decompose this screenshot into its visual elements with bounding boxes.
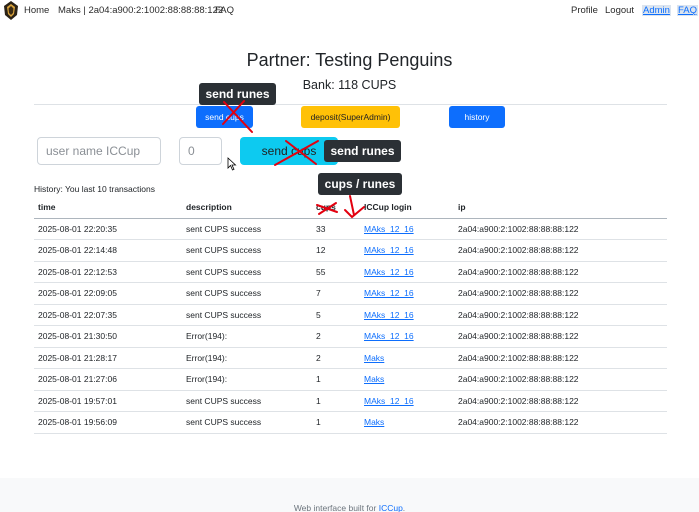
cell-cups: 7 [312, 282, 360, 305]
cell-time: 2025-08-01 21:27:06 [34, 368, 182, 391]
table-row: 2025-08-01 22:14:48 sent CUPS success 12… [34, 239, 667, 262]
cell-login-link[interactable]: MAks_12_16 [364, 396, 414, 406]
cell-login-link[interactable]: MAks_12_16 [364, 267, 414, 277]
page-footer: Web interface built for ICCup. [0, 478, 699, 512]
table-row: 2025-08-01 22:12:53 sent CUPS success 55… [34, 261, 667, 283]
footer-text: Web interface built for [293, 503, 379, 512]
cell-description: sent CUPS success [182, 239, 312, 262]
cell-description: sent CUPS success [182, 282, 312, 305]
cell-description: sent CUPS success [182, 218, 312, 240]
cell-time: 2025-08-01 19:56:09 [34, 411, 182, 434]
table-row: 2025-08-01 21:28:17 Error(194): 2 Maks 2… [34, 347, 667, 369]
column-header-description[interactable]: description [182, 197, 312, 219]
footer-suffix: . [402, 503, 406, 512]
footer-iccup-link[interactable]: ICCup [379, 503, 403, 512]
cell-ip: 2a04:a900:2:1002:88:88:88:122 [454, 390, 667, 412]
cell-ip: 2a04:a900:2:1002:88:88:88:122 [454, 368, 667, 391]
cell-cups: 55 [312, 261, 360, 283]
table-row: 2025-08-01 22:20:35 sent CUPS success 33… [34, 218, 667, 240]
column-header-time[interactable]: time [34, 197, 182, 219]
send-cups-tab-button[interactable]: send cups [196, 106, 253, 128]
cell-ip: 2a04:a900:2:1002:88:88:88:122 [454, 325, 667, 348]
cell-ip: 2a04:a900:2:1002:88:88:88:122 [454, 304, 667, 326]
cell-description: Error(194): [182, 325, 312, 348]
cell-ip: 2a04:a900:2:1002:88:88:88:122 [454, 282, 667, 305]
tooltip-send-runes-top: send runes [199, 83, 276, 105]
cell-cups: 12 [312, 239, 360, 262]
cell-login-link[interactable]: MAks_12_16 [364, 310, 414, 320]
history-caption: History: You last 10 transactions [34, 184, 155, 194]
cell-time: 2025-08-01 22:20:35 [34, 218, 182, 240]
nav-faq-right-link[interactable]: FAQ [677, 5, 699, 16]
cell-ip: 2a04:a900:2:1002:88:88:88:122 [454, 411, 667, 434]
history-button[interactable]: history [449, 106, 505, 128]
mouse-cursor-icon [227, 157, 237, 171]
nav-faq-link[interactable]: FAQ [215, 5, 234, 16]
cell-ip: 2a04:a900:2:1002:88:88:88:122 [454, 218, 667, 240]
amount-input[interactable] [179, 137, 222, 165]
nav-admin-link[interactable]: Admin [642, 5, 671, 16]
cell-description: sent CUPS success [182, 261, 312, 283]
column-header-login[interactable]: ICCup login [360, 197, 454, 219]
deposit-button[interactable]: deposit(SuperAdmin) [301, 106, 400, 128]
cell-time: 2025-08-01 22:09:05 [34, 282, 182, 305]
cell-description: Error(194): [182, 347, 312, 369]
history-table: time description cups ICCup login ip 202… [34, 197, 667, 434]
cell-description: sent CUPS success [182, 411, 312, 434]
cell-time: 2025-08-01 22:12:53 [34, 261, 182, 283]
table-row: 2025-08-01 22:07:35 sent CUPS success 5 … [34, 304, 667, 326]
nav-home-link[interactable]: Home [24, 5, 49, 16]
column-header-cups[interactable]: cups [312, 197, 360, 219]
table-row: 2025-08-01 22:09:05 sent CUPS success 7 … [34, 282, 667, 305]
tooltip-cups-runes: cups / runes [318, 173, 402, 195]
cell-ip: 2a04:a900:2:1002:88:88:88:122 [454, 261, 667, 283]
column-header-ip[interactable]: ip [454, 197, 667, 219]
penguin-logo-icon[interactable] [3, 1, 19, 20]
top-navbar: Home Maks | 2a04:a900:2:1002:88:88:88:12… [0, 0, 699, 22]
cell-cups: 5 [312, 304, 360, 326]
cell-login-link[interactable]: MAks_12_16 [364, 224, 414, 234]
cell-login-link[interactable]: Maks [364, 417, 384, 427]
table-header-row: time description cups ICCup login ip [34, 197, 667, 219]
cell-cups: 2 [312, 347, 360, 369]
cell-cups: 1 [312, 368, 360, 391]
nav-user-link[interactable]: Maks | 2a04:a900:2:1002:88:88:88:122 [58, 5, 223, 16]
cell-ip: 2a04:a900:2:1002:88:88:88:122 [454, 239, 667, 262]
cell-time: 2025-08-01 22:07:35 [34, 304, 182, 326]
cell-cups: 2 [312, 325, 360, 348]
page-title: Partner: Testing Penguins [246, 50, 453, 70]
cell-time: 2025-08-01 21:28:17 [34, 347, 182, 369]
cell-description: Error(194): [182, 368, 312, 391]
cell-cups: 1 [312, 411, 360, 434]
cell-description: sent CUPS success [182, 304, 312, 326]
divider [34, 104, 667, 105]
cell-time: 2025-08-01 19:57:01 [34, 390, 182, 412]
table-row: 2025-08-01 21:30:50 Error(194): 2 MAks_1… [34, 325, 667, 348]
table-row: 2025-08-01 19:57:01 sent CUPS success 1 … [34, 390, 667, 412]
table-row: 2025-08-01 21:27:06 Error(194): 1 Maks 2… [34, 368, 667, 391]
cell-ip: 2a04:a900:2:1002:88:88:88:122 [454, 347, 667, 369]
cell-login-link[interactable]: MAks_12_16 [364, 331, 414, 341]
tooltip-send-runes-right: send runes [324, 140, 401, 162]
bank-balance: Bank: 118 CUPS [302, 78, 397, 92]
cell-login-link[interactable]: MAks_12_16 [364, 245, 414, 255]
cell-login-link[interactable]: Maks [364, 353, 384, 363]
cell-login-link[interactable]: Maks [364, 374, 384, 384]
username-input[interactable] [37, 137, 161, 165]
nav-profile-link[interactable]: Profile [571, 5, 598, 16]
cell-cups: 33 [312, 218, 360, 240]
cell-time: 2025-08-01 21:30:50 [34, 325, 182, 348]
cell-time: 2025-08-01 22:14:48 [34, 239, 182, 262]
cell-cups: 1 [312, 390, 360, 412]
cell-login-link[interactable]: MAks_12_16 [364, 288, 414, 298]
cell-description: sent CUPS success [182, 390, 312, 412]
table-row: 2025-08-01 19:56:09 sent CUPS success 1 … [34, 411, 667, 434]
nav-logout-link[interactable]: Logout [605, 5, 634, 16]
